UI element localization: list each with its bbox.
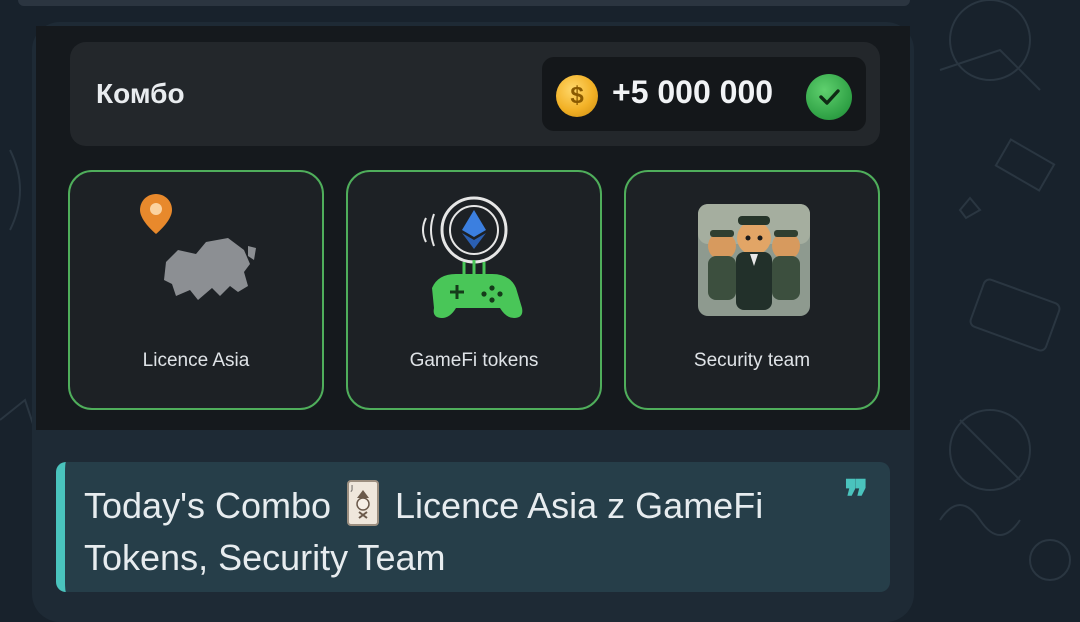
combo-card-gamefi-tokens[interactable]: GameFi tokens — [346, 170, 602, 410]
ethereum-gamepad-icon — [422, 196, 523, 318]
quote-icon: ❞ — [844, 470, 869, 524]
previous-message-edge — [18, 0, 910, 6]
card-label: Security team — [693, 350, 811, 371]
coin-icon: $ — [556, 75, 598, 117]
asia-map-pin-icon — [140, 194, 256, 300]
reward-value: +5 000 000 — [612, 74, 774, 110]
card-label: GameFi tokens — [409, 350, 539, 371]
check-icon — [806, 74, 852, 120]
combo-title: Комбо — [96, 78, 185, 109]
hamster-security-team-image — [698, 204, 810, 316]
joker-card-icon: J — [347, 480, 380, 526]
message-part1: Today's Combo — [84, 485, 331, 526]
combo-card-licence-asia[interactable]: Licence Asia — [68, 170, 324, 410]
combo-message-text[interactable]: Today's Combo J Licence Asia z GameFi To… — [84, 480, 824, 584]
svg-text:J: J — [350, 484, 353, 492]
combo-card-security-team[interactable]: Security team — [624, 170, 880, 410]
card-label: Licence Asia — [142, 350, 250, 371]
